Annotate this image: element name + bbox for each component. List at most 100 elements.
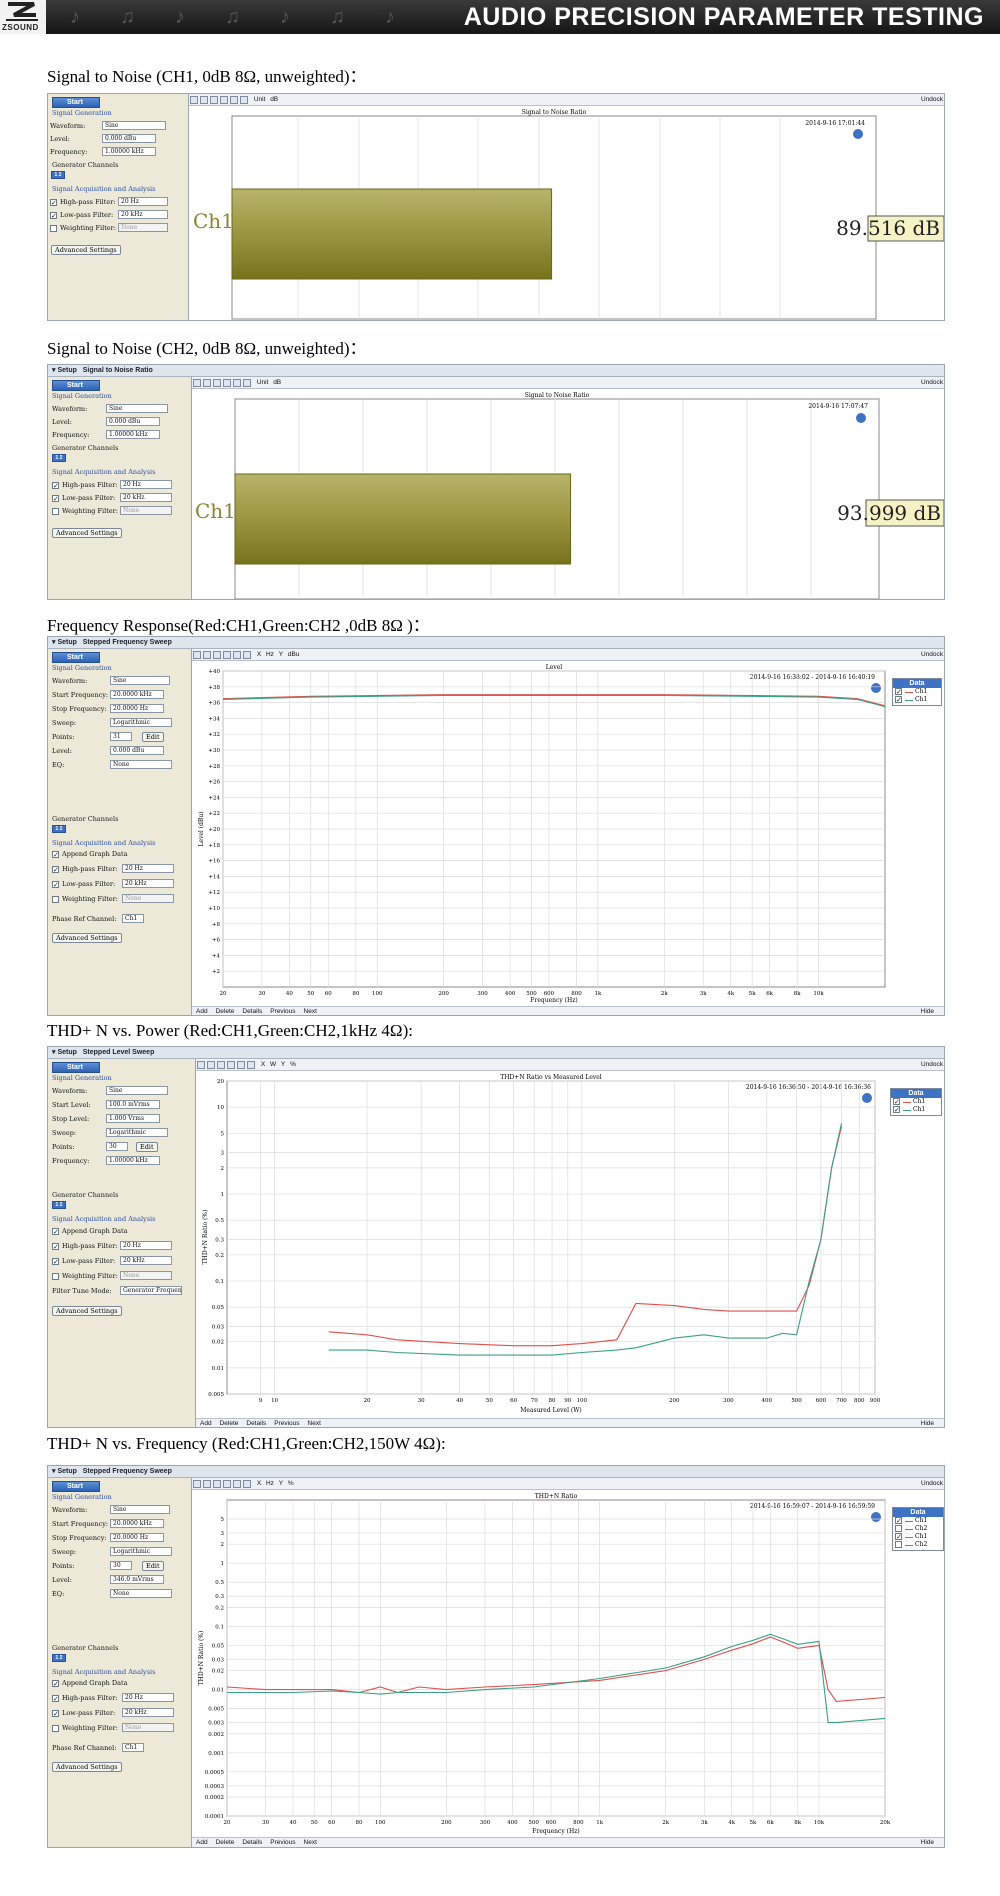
y-unit-select[interactable]: % [288, 1480, 294, 1487]
unit-select[interactable]: dB [270, 96, 278, 103]
waveform-select[interactable]: Sine [106, 1086, 168, 1095]
legend-entry[interactable]: ✓ Ch1 [893, 1533, 943, 1541]
legend-entry[interactable]: ✓ Ch1 [891, 1106, 941, 1114]
highpass-checkbox[interactable]: ✓ [52, 1243, 59, 1251]
lowpass-checkbox[interactable]: ✓ [52, 881, 59, 889]
crosshair-icon[interactable] [237, 1061, 245, 1069]
start-button[interactable]: Start [52, 1062, 100, 1073]
highpass-input[interactable]: 20 Hz [122, 864, 174, 873]
legend-checkbox[interactable]: ✓ [895, 1517, 902, 1525]
highpass-checkbox[interactable]: ✓ [50, 199, 57, 207]
legend-checkbox[interactable]: ✓ [895, 696, 902, 704]
delete-button[interactable]: Delete [220, 1420, 239, 1427]
highpass-checkbox[interactable]: ✓ [52, 1695, 59, 1703]
legend-entry[interactable]: ✓ Ch1 [893, 696, 941, 704]
undock-button[interactable]: Undock [921, 1480, 943, 1487]
copy-icon[interactable] [203, 379, 211, 387]
weighting-checkbox[interactable] [50, 225, 57, 232]
save-icon[interactable] [190, 96, 198, 104]
sweep-select[interactable]: Logarithmic [110, 1547, 172, 1556]
legend-checkbox[interactable]: ✓ [893, 1098, 900, 1106]
start-frequency-input[interactable]: 20.0000 kHz [110, 690, 164, 699]
lowpass-input[interactable]: 20 kHz [120, 1256, 172, 1265]
legend-entry[interactable]: ✓ Ch1 [893, 1517, 943, 1525]
filter-tune-select[interactable]: Generator Frequen [120, 1286, 182, 1295]
level-input[interactable]: 0.000 dBu [106, 417, 160, 426]
legend-checkbox[interactable]: ✓ [895, 1533, 902, 1541]
level-input[interactable]: 0.000 dBu [102, 134, 156, 143]
lowpass-checkbox[interactable]: ✓ [52, 1258, 59, 1266]
copy-icon[interactable] [200, 96, 208, 104]
edit-points-button[interactable]: Edit [136, 1142, 158, 1152]
eq-select[interactable]: None [110, 1589, 172, 1598]
add-button[interactable]: Add [200, 1420, 212, 1427]
legend-checkbox[interactable] [895, 1541, 902, 1548]
legend-checkbox[interactable]: ✓ [895, 688, 902, 696]
grid-icon[interactable] [247, 1061, 255, 1069]
lowpass-checkbox[interactable]: ✓ [52, 495, 59, 503]
channel-toggle-button[interactable]: 1 2 [52, 454, 66, 462]
undock-button[interactable]: Undock [921, 96, 943, 103]
delete-button[interactable]: Delete [216, 1839, 235, 1846]
details-button[interactable]: Details [242, 1008, 262, 1015]
y-unit-select[interactable]: % [290, 1061, 296, 1068]
grid-icon[interactable] [243, 1480, 251, 1488]
eq-select[interactable]: None [110, 760, 172, 769]
legend-entry[interactable]: ✓ Ch1 [893, 688, 941, 696]
frequency-input[interactable]: 1.00000 kHz [106, 430, 160, 439]
phase-ref-select[interactable]: Ch1 [122, 1743, 144, 1752]
highpass-input[interactable]: 20 Hz [122, 1693, 174, 1702]
highpass-input[interactable]: 20 Hz [120, 480, 172, 489]
start-button[interactable]: Start [52, 1481, 100, 1492]
start-button[interactable]: Start [52, 652, 100, 663]
print-icon[interactable] [213, 1480, 221, 1488]
weighting-select[interactable]: None [120, 1271, 172, 1280]
waveform-select[interactable]: Sine [102, 121, 166, 130]
waveform-select[interactable]: Sine [110, 1505, 170, 1514]
points-input[interactable]: 30 [106, 1142, 128, 1151]
legend-entry[interactable]: Ch2 [893, 1541, 943, 1549]
lowpass-checkbox[interactable]: ✓ [52, 1710, 59, 1718]
hide-button[interactable]: Hide [921, 1420, 934, 1427]
start-level-input[interactable]: 100.0 mVrms [106, 1100, 160, 1109]
zoom-icon[interactable] [227, 1061, 235, 1069]
crosshair-icon[interactable] [233, 651, 241, 659]
weighting-checkbox[interactable] [52, 1725, 59, 1732]
frequency-input[interactable]: 1.00000 kHz [106, 1156, 160, 1165]
y-unit-select[interactable]: dBu [288, 651, 300, 658]
undock-button[interactable]: Undock [921, 1061, 943, 1068]
advanced-settings-button[interactable]: Advanced Settings [52, 933, 122, 943]
copy-icon[interactable] [207, 1061, 215, 1069]
copy-icon[interactable] [203, 651, 211, 659]
hide-button[interactable]: Hide [921, 1839, 934, 1846]
weighting-select[interactable]: None [118, 223, 168, 232]
legend-checkbox[interactable]: ✓ [893, 1106, 900, 1114]
x-unit-select[interactable]: Hz [266, 651, 274, 658]
add-button[interactable]: Add [196, 1839, 208, 1846]
advanced-settings-button[interactable]: Advanced Settings [52, 1306, 122, 1316]
start-frequency-input[interactable]: 20.0000 kHz [110, 1519, 164, 1528]
print-icon[interactable] [213, 379, 221, 387]
start-button[interactable]: Start [52, 380, 100, 391]
phase-ref-select[interactable]: Ch1 [122, 914, 144, 923]
lowpass-input[interactable]: 20 kHz [122, 879, 174, 888]
level-input[interactable]: 0.000 dBu [110, 746, 164, 755]
advanced-settings-button[interactable]: Advanced Settings [51, 245, 121, 255]
highpass-checkbox[interactable]: ✓ [52, 482, 59, 490]
lowpass-checkbox[interactable]: ✓ [50, 212, 57, 220]
channel-toggle-button[interactable]: 1 2 [51, 171, 65, 179]
stop-level-input[interactable]: 1.000 Vrms [106, 1114, 160, 1123]
append-checkbox[interactable]: ✓ [52, 1680, 59, 1688]
unit-select[interactable]: dB [273, 379, 281, 386]
previous-button[interactable]: Previous [270, 1008, 295, 1015]
weighting-checkbox[interactable] [52, 1273, 59, 1280]
highpass-input[interactable]: 20 Hz [118, 197, 168, 206]
waveform-select[interactable]: Sine [106, 404, 168, 413]
save-icon[interactable] [193, 379, 201, 387]
setup-tab[interactable]: Setup [57, 367, 76, 374]
edit-points-button[interactable]: Edit [142, 732, 164, 742]
zoom-icon[interactable] [223, 379, 231, 387]
weighting-select[interactable]: None [120, 506, 172, 515]
waveform-select[interactable]: Sine [110, 676, 170, 685]
frequency-input[interactable]: 1.00000 kHz [102, 147, 156, 156]
